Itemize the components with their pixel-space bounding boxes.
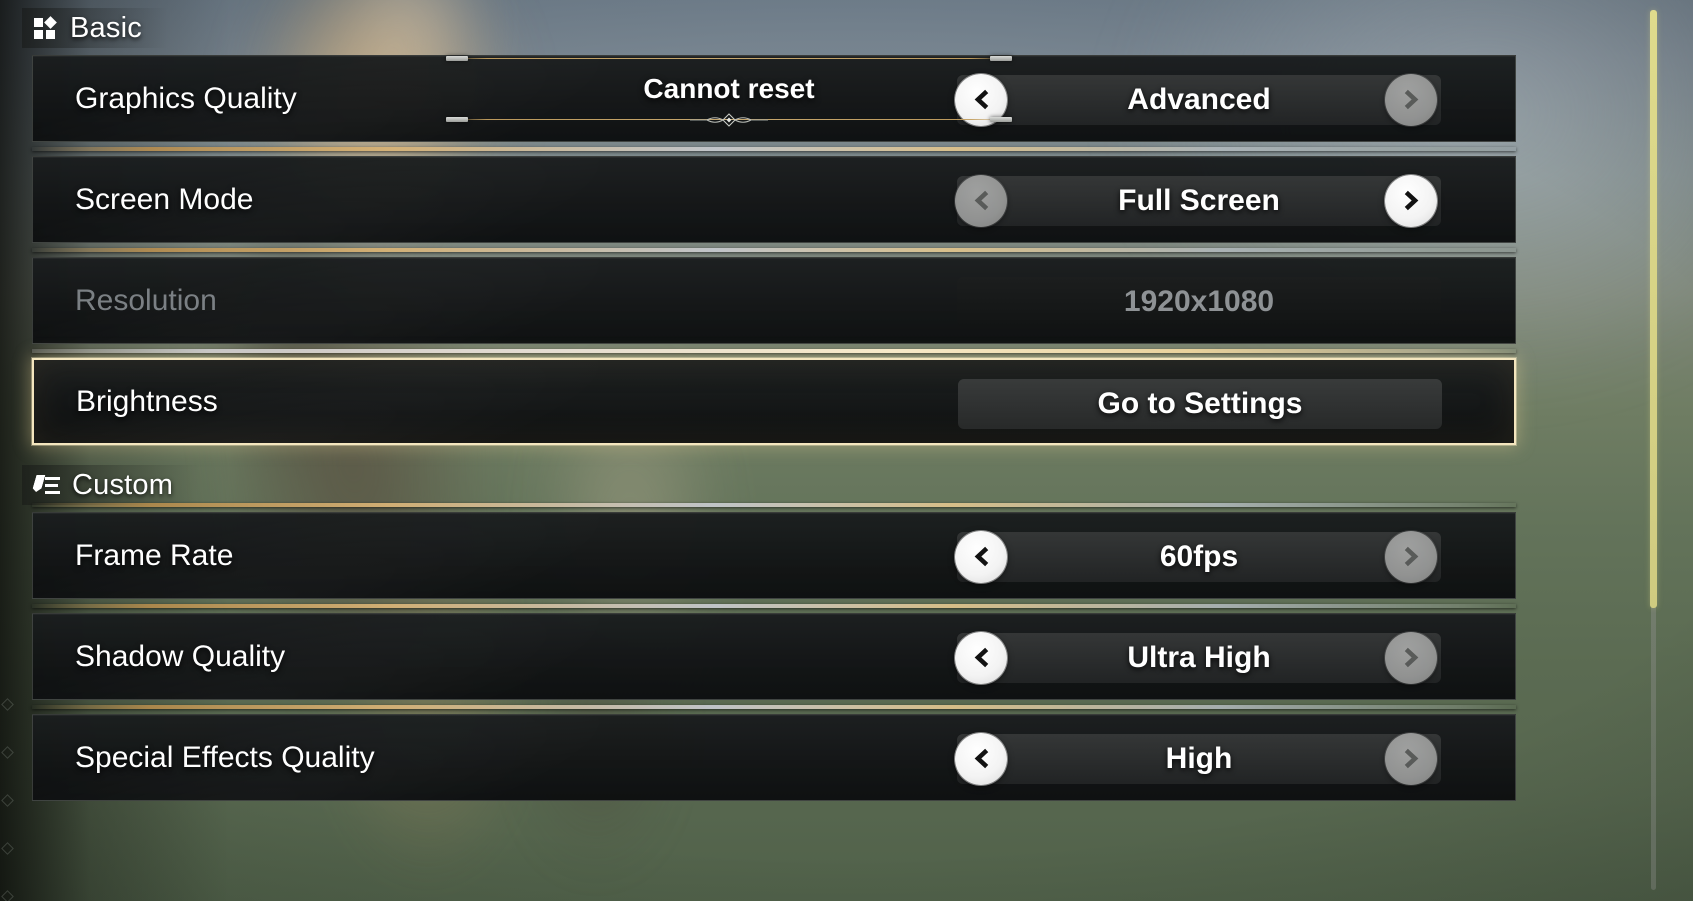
row-separator: [32, 503, 1516, 507]
scrollbar[interactable]: [1650, 10, 1657, 890]
chevron-right-icon[interactable]: [1385, 631, 1437, 684]
chevron-left-icon[interactable]: [955, 174, 1007, 227]
section-title: Custom: [72, 468, 174, 501]
setting-value: Advanced: [1127, 82, 1271, 116]
row-separator: [32, 349, 1516, 353]
setting-stepper: Full Screen: [929, 157, 1469, 242]
row-separator: [32, 604, 1516, 608]
setting-label: Brightness: [76, 384, 218, 418]
chevron-left-icon[interactable]: [955, 631, 1007, 684]
setting-label: Graphics Quality: [75, 81, 297, 115]
setting-label: Frame Rate: [75, 538, 234, 572]
setting-value: 1920x1080: [1123, 285, 1275, 318]
chevron-right-icon[interactable]: [1385, 732, 1437, 785]
settings-row[interactable]: Shadow Quality Ultra High: [32, 613, 1516, 700]
section-title: Basic: [70, 11, 142, 44]
settings-row[interactable]: Screen Mode Full Screen: [32, 156, 1516, 243]
grid-squares-icon: [34, 16, 58, 40]
setting-stepper: 60fps: [929, 513, 1469, 598]
setting-label: Shadow Quality: [75, 639, 286, 673]
section-header-custom: Custom: [22, 465, 200, 505]
pencil-edit-icon: [34, 473, 60, 497]
setting-value: High: [1165, 741, 1233, 775]
go-to-settings-button[interactable]: Go to Settings: [958, 379, 1442, 429]
chevron-left-icon[interactable]: [955, 732, 1007, 785]
settings-row[interactable]: Frame Rate 60fps: [32, 512, 1516, 599]
settings-row[interactable]: Brightness Go to Settings: [32, 358, 1516, 445]
chevron-right-icon[interactable]: [1385, 73, 1437, 126]
section-header-basic: Basic: [22, 8, 168, 48]
settings-row[interactable]: Special Effects Quality High: [32, 714, 1516, 801]
setting-value: 60fps: [1159, 539, 1239, 573]
setting-stepper: High: [929, 715, 1469, 800]
resolution-value-box: 1920x1080: [957, 277, 1441, 327]
tooltip-diamond-ornament-icon: [674, 111, 784, 129]
setting-stepper: Ultra High: [929, 614, 1469, 699]
cannot-reset-tooltip: Cannot reset: [446, 56, 1012, 127]
setting-label: Special Effects Quality: [75, 740, 375, 774]
settings-panel: Basic Graphics Quality Advanced Screen Mode…: [0, 0, 1640, 901]
chevron-left-icon[interactable]: [955, 530, 1007, 583]
row-separator: [32, 248, 1516, 252]
chevron-right-icon[interactable]: [1385, 174, 1437, 227]
setting-value: Ultra High: [1127, 640, 1271, 674]
chevron-right-icon[interactable]: [1385, 530, 1437, 583]
settings-row[interactable]: Resolution 1920x1080: [32, 257, 1516, 344]
row-separator: [32, 147, 1516, 151]
setting-label: Screen Mode: [75, 182, 254, 216]
row-separator: [32, 705, 1516, 709]
scrollbar-thumb[interactable]: [1650, 10, 1657, 609]
setting-label: Resolution: [75, 283, 217, 317]
setting-value: Go to Settings: [1097, 387, 1303, 420]
setting-value: Full Screen: [1118, 183, 1280, 217]
